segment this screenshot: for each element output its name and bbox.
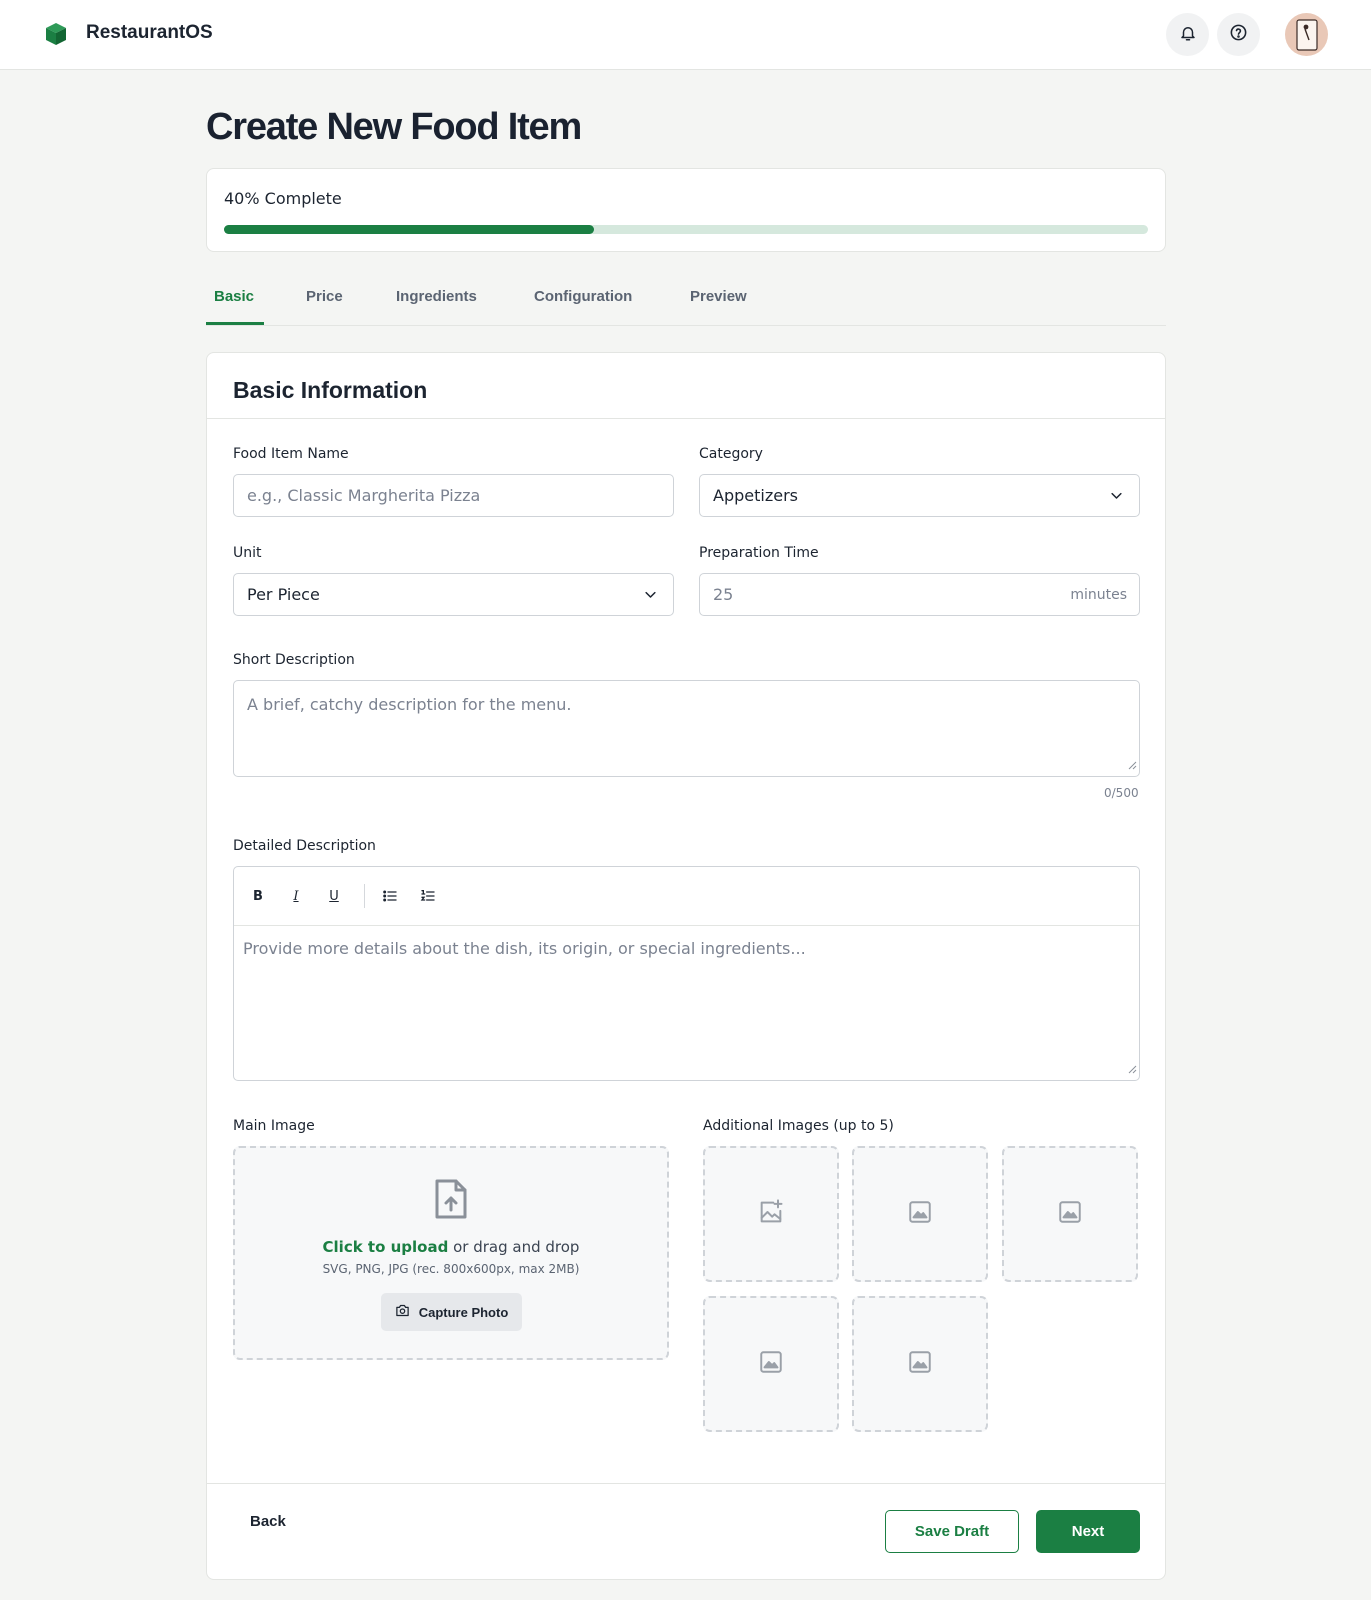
bullet-list-button[interactable] [379,885,401,907]
category-value: Appetizers [713,486,798,505]
preparation-time-unit: minutes [1070,587,1127,603]
short-description-label: Short Description [233,652,355,668]
user-avatar[interactable] [1285,13,1328,56]
camera-icon [395,1303,410,1321]
food-item-name-placeholder: e.g., Classic Margherita Pizza [247,486,481,505]
bullet-list-icon [383,890,397,902]
file-upload-icon [434,1178,468,1224]
preparation-time-label: Preparation Time [699,545,819,561]
page-title: Create New Food Item [206,106,582,148]
bell-icon [1179,24,1197,46]
resize-handle-icon[interactable] [1127,1059,1137,1078]
tab-preview[interactable]: Preview [690,288,747,305]
image-placeholder-icon [907,1349,933,1379]
detailed-description-placeholder[interactable]: Provide more details about the dish, its… [243,939,806,958]
short-description-textarea[interactable]: A brief, catchy description for the menu… [233,680,1140,777]
main-image-label: Main Image [233,1118,315,1134]
brand-name: RestaurantOS [86,22,213,43]
click-to-upload-link[interactable]: Click to upload [323,1238,449,1256]
bold-button[interactable]: B [247,885,269,907]
tab-basic[interactable]: Basic [214,288,254,305]
category-label: Category [699,446,763,462]
short-description-placeholder: A brief, catchy description for the menu… [247,695,572,714]
additional-image-slot[interactable] [1002,1146,1138,1282]
additional-images-label: Additional Images (up to 5) [703,1118,894,1134]
progress-card: 40% Complete [206,168,1166,252]
additional-image-slot[interactable] [703,1296,839,1432]
unit-value: Per Piece [247,585,320,604]
underline-button[interactable]: U [323,885,345,907]
editor-toolbar: B I U [234,867,1139,926]
capture-photo-label: Capture Photo [418,1304,509,1320]
progress-bar-fill [224,225,594,234]
section-title: Basic Information [233,377,428,403]
divider [207,1483,1165,1484]
next-button[interactable]: Next [1036,1510,1140,1553]
upload-hint: SVG, PNG, JPG (rec. 800x600px, max 2MB) [322,1262,580,1276]
numbered-list-button[interactable] [417,885,439,907]
preparation-time-input[interactable]: 25 minutes [699,573,1140,616]
numbered-list-icon [420,890,435,901]
cube-logo-icon [44,22,68,46]
save-draft-button[interactable]: Save Draft [885,1510,1019,1553]
food-item-name-input[interactable]: e.g., Classic Margherita Pizza [233,474,674,517]
additional-image-slot[interactable] [852,1296,988,1432]
tab-ingredients[interactable]: Ingredients [396,288,477,305]
detailed-description-label: Detailed Description [233,838,376,854]
toolbar-divider [364,884,365,908]
unit-select[interactable]: Per Piece [233,573,674,616]
notifications-button[interactable] [1166,13,1209,56]
food-item-name-label: Food Item Name [233,446,349,462]
category-select[interactable]: Appetizers [699,474,1140,517]
main-image-dropzone[interactable]: Click to upload or drag and drop SVG, PN… [233,1146,669,1360]
image-placeholder-icon [758,1349,784,1379]
top-bar: RestaurantOS [0,0,1371,70]
drag-drop-text: or drag and drop [453,1238,580,1256]
unit-label: Unit [233,545,262,561]
image-placeholder-icon [907,1199,933,1229]
tab-configuration[interactable]: Configuration [534,288,632,305]
active-tab-indicator [206,322,264,325]
capture-photo-button[interactable]: Capture Photo [381,1293,522,1331]
tab-price[interactable]: Price [306,288,343,305]
preparation-time-value: 25 [713,585,734,604]
help-circle-icon [1229,23,1248,46]
italic-button[interactable]: I [285,885,307,907]
additional-image-slot[interactable] [852,1146,988,1282]
add-image-icon [757,1198,785,1230]
step-tabs: Basic Price Ingredients Configuration Pr… [206,278,1166,326]
additional-image-slot-add[interactable] [703,1146,839,1282]
chevron-down-icon [643,587,658,606]
progress-bar [224,225,1148,234]
resize-handle-icon[interactable] [1127,755,1137,774]
basic-information-card: Basic Information Food Item Name e.g., C… [206,352,1166,1580]
back-button[interactable]: Back [250,1513,286,1530]
progress-label: 40% Complete [224,189,342,208]
avatar-portrait-icon [1295,18,1318,51]
image-placeholder-icon [1057,1199,1083,1229]
chevron-down-icon [1109,488,1124,507]
upload-instruction: Click to upload or drag and drop [235,1238,667,1256]
character-counter: 0/500 [1104,786,1139,800]
rich-text-editor: B I U Provide more details about the dis… [233,866,1140,1081]
help-button[interactable] [1217,13,1260,56]
divider [207,418,1165,419]
